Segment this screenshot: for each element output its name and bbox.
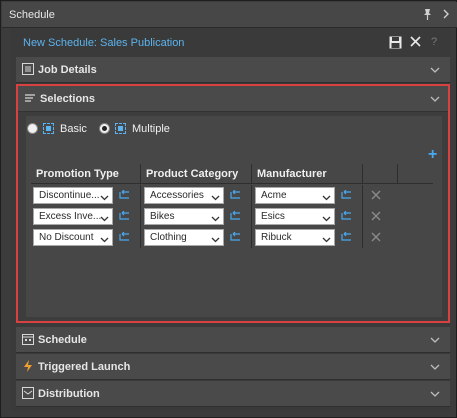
column-header-actions — [363, 164, 398, 184]
product-category-dropdown[interactable]: Bikes — [144, 208, 224, 225]
section-schedule[interactable]: Schedule — [16, 327, 450, 353]
caret-down-icon — [211, 235, 220, 243]
radio-multiple-label[interactable]: Multiple — [132, 123, 170, 135]
dropdown-value: Acme — [261, 190, 287, 201]
grid-cell: Ribuck — [252, 227, 363, 248]
panel-body: New Schedule: Sales Publication ? Job De… — [10, 28, 450, 411]
caret-down-icon — [211, 193, 220, 201]
caret-down-icon — [322, 235, 331, 243]
radio-multiple[interactable] — [99, 123, 110, 134]
list-icon — [24, 92, 36, 107]
section-distribution[interactable]: Distribution — [16, 381, 450, 407]
grid-cell: Acme — [252, 185, 363, 206]
section-title: Job Details — [38, 64, 97, 76]
caret-down-icon — [100, 235, 109, 243]
product-category-dropdown[interactable]: Accessories — [144, 187, 224, 204]
close-icon[interactable] — [409, 35, 422, 48]
panel-titlebar: Schedule — [2, 2, 457, 28]
selections-header[interactable]: Selections — [18, 86, 448, 112]
save-icon[interactable] — [389, 36, 402, 49]
single-select-icon — [43, 123, 54, 134]
dropdown-value: Accessories — [150, 190, 204, 201]
cascade-link-icon[interactable] — [230, 210, 241, 221]
multi-select-icon — [115, 123, 126, 134]
delete-row-icon[interactable] — [371, 211, 381, 221]
caret-down-icon — [322, 193, 331, 201]
cascade-link-icon[interactable] — [230, 189, 241, 200]
cascade-link-icon[interactable] — [230, 231, 241, 242]
section-title: Distribution — [38, 388, 100, 400]
dropdown-value: Discontinue... — [39, 190, 100, 201]
mode-selector: Basic Multiple — [26, 116, 442, 144]
help-icon[interactable]: ? — [431, 36, 437, 48]
section-triggered-launch[interactable]: Triggered Launch — [16, 354, 450, 380]
dropdown-value: Bikes — [150, 211, 175, 222]
caret-down-icon — [100, 193, 109, 201]
schedule-panel: Schedule New Schedule: Sales Publication… — [0, 0, 457, 418]
section-title: Selections — [40, 93, 96, 105]
dropdown-value: Clothing — [150, 232, 187, 243]
product-category-dropdown[interactable]: Clothing — [144, 229, 224, 246]
dropdown-value: Esics — [261, 211, 285, 222]
chevron-down-icon[interactable] — [430, 94, 440, 106]
grid-cell: Esics — [252, 206, 363, 227]
cascade-link-icon[interactable] — [119, 189, 130, 200]
calendar-icon — [22, 333, 34, 345]
dropdown-value: No Discount — [39, 232, 94, 243]
delete-row-icon[interactable] — [371, 190, 381, 200]
grid-cell: Bikes — [141, 206, 252, 227]
chevron-down-icon[interactable] — [430, 389, 440, 397]
radio-basic[interactable] — [27, 123, 38, 134]
promotion-type-dropdown[interactable]: Discontinue... — [33, 187, 113, 204]
section-selections: Selections Basic Multiple + Promotion Ty… — [16, 84, 450, 323]
cascade-link-icon[interactable] — [119, 210, 130, 221]
schedule-header: New Schedule: Sales Publication ? — [10, 28, 450, 56]
caret-down-icon — [100, 214, 109, 222]
grid-cell: Discontinue... — [31, 185, 141, 206]
table-row: Excess Inve... Bikes Esics — [31, 206, 433, 227]
table-row: Discontinue... Accessories Acme — [31, 185, 433, 206]
grid-cell: No Discount — [31, 227, 141, 248]
column-header: Promotion Type — [31, 164, 141, 184]
cascade-link-icon[interactable] — [341, 210, 352, 221]
manufacturer-dropdown[interactable]: Ribuck — [255, 229, 335, 246]
manufacturer-dropdown[interactable]: Esics — [255, 208, 335, 225]
column-header: Manufacturer — [252, 164, 363, 184]
add-row-button[interactable]: + — [428, 147, 437, 163]
schedule-name: New Schedule: Sales Publication — [23, 37, 185, 49]
delete-row-icon[interactable] — [371, 232, 381, 242]
chevron-down-icon[interactable] — [430, 335, 440, 343]
table-row: No Discount Clothing Ribuck — [31, 227, 433, 248]
chevron-right-icon[interactable] — [442, 8, 452, 22]
column-header: Product Category — [141, 164, 252, 184]
job-details-icon — [22, 63, 34, 75]
promotion-type-dropdown[interactable]: No Discount — [33, 229, 113, 246]
grid-header: Promotion Type Product Category Manufact… — [31, 164, 433, 184]
grid-cell: Clothing — [141, 227, 252, 248]
grid-cell: Excess Inve... — [31, 206, 141, 227]
section-title: Schedule — [38, 334, 87, 346]
radio-basic-label[interactable]: Basic — [60, 123, 87, 135]
caret-down-icon — [211, 214, 220, 222]
section-job-details[interactable]: Job Details — [16, 57, 450, 83]
distribution-icon — [22, 387, 34, 399]
dropdown-value: Ribuck — [261, 232, 292, 243]
manufacturer-dropdown[interactable]: Acme — [255, 187, 335, 204]
grid-cell: Accessories — [141, 185, 252, 206]
cascade-link-icon[interactable] — [119, 231, 130, 242]
lightning-icon — [22, 360, 34, 372]
selections-body: Basic Multiple + Promotion Type Product … — [26, 116, 442, 317]
dropdown-value: Excess Inve... — [39, 211, 102, 222]
pin-icon[interactable] — [422, 8, 434, 22]
cascade-link-icon[interactable] — [341, 189, 352, 200]
chevron-down-icon[interactable] — [430, 65, 440, 73]
promotion-type-dropdown[interactable]: Excess Inve... — [33, 208, 113, 225]
panel-title: Schedule — [9, 9, 55, 21]
section-title: Triggered Launch — [38, 361, 131, 373]
cascade-link-icon[interactable] — [341, 231, 352, 242]
chevron-down-icon[interactable] — [430, 362, 440, 370]
caret-down-icon — [322, 214, 331, 222]
